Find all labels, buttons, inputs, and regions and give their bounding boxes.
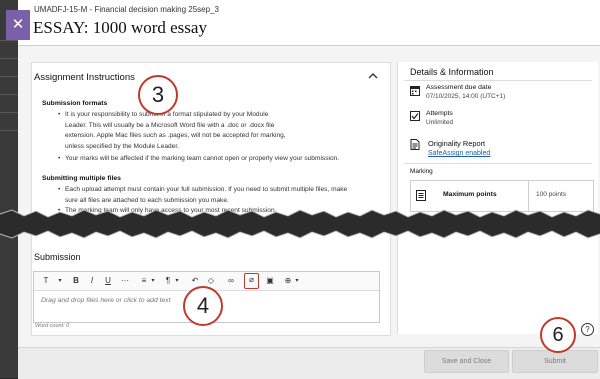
paragraph-button[interactable]: ¶	[162, 275, 174, 287]
instructions-title: Assignment Instructions	[34, 72, 135, 83]
callout-marker: 4	[183, 286, 223, 326]
insert-content-button[interactable]: ⊕	[282, 275, 294, 287]
submission-formats-heading: Submission formats	[42, 100, 108, 107]
chevron-down-icon[interactable]: ▾	[294, 275, 300, 287]
close-button[interactable]: ✕	[6, 10, 30, 40]
word-count: Word count: 0	[35, 323, 70, 329]
clear-format-button[interactable]: ◇	[205, 275, 217, 287]
due-date-value: 07/10/2025, 14:00 (UTC+1)	[426, 93, 506, 100]
marking-label: Marking	[410, 168, 433, 175]
attach-file-button[interactable]: ⌀	[244, 273, 259, 289]
page-title: ESSAY: 1000 word essay	[33, 18, 207, 37]
list-item: • Each upload attempt must contain your f…	[58, 186, 348, 204]
insert-media-button[interactable]: ▣	[264, 275, 276, 287]
details-title: Details & Information	[410, 67, 494, 77]
underline-button[interactable]: U	[102, 275, 114, 287]
chevron-down-icon[interactable]: ▾	[56, 275, 64, 287]
attempts-value: Unlimited	[426, 119, 454, 126]
due-date-label: Assessment due date	[426, 84, 492, 91]
multiple-files-heading: Submitting multiple files	[42, 175, 121, 182]
originality-label: Originality Report	[428, 139, 486, 148]
max-points-value: 100 points	[536, 191, 566, 198]
list-item: • It is your responsibility to submit in …	[58, 111, 286, 150]
callout-marker: 6	[540, 317, 576, 353]
torn-page-divider	[0, 209, 600, 239]
max-points-label: Maximum points	[443, 191, 497, 198]
more-options-button[interactable]: ···	[118, 275, 132, 287]
document-icon	[410, 139, 420, 150]
course-id: UMADFJ-15-M - Financial decision making …	[34, 5, 219, 14]
divider	[404, 163, 592, 164]
divider	[404, 80, 592, 81]
safeassign-link[interactable]: SafeAssign enabled	[428, 150, 490, 157]
list-item: • Your marks will be affected if the mark…	[58, 155, 340, 162]
grading-icon	[416, 190, 426, 201]
callout-marker: 3	[138, 75, 178, 115]
calendar-icon	[410, 86, 420, 96]
editor-placeholder: Drag and drop files here or click to add…	[41, 297, 171, 304]
submit-button[interactable]: Submit	[512, 350, 598, 373]
chevron-up-icon[interactable]	[367, 70, 379, 82]
submission-title: Submission	[34, 252, 81, 262]
text-style-button[interactable]: T	[38, 275, 54, 287]
bold-button[interactable]: B	[70, 275, 82, 287]
italic-button[interactable]: I	[86, 275, 98, 287]
chevron-down-icon[interactable]: ▾	[174, 275, 180, 287]
background-page-strip	[0, 0, 18, 378]
undo-button[interactable]: ↶	[189, 275, 201, 287]
cell-divider	[528, 181, 529, 211]
align-button[interactable]: ≡	[138, 275, 150, 287]
link-button[interactable]: ∞	[224, 275, 238, 287]
attempts-label: Attempts	[426, 110, 453, 117]
chevron-down-icon[interactable]: ▾	[150, 275, 156, 287]
save-and-close-button[interactable]: Save and Close	[424, 350, 509, 373]
checkbox-icon	[410, 111, 420, 121]
help-icon[interactable]: ?	[581, 323, 594, 336]
